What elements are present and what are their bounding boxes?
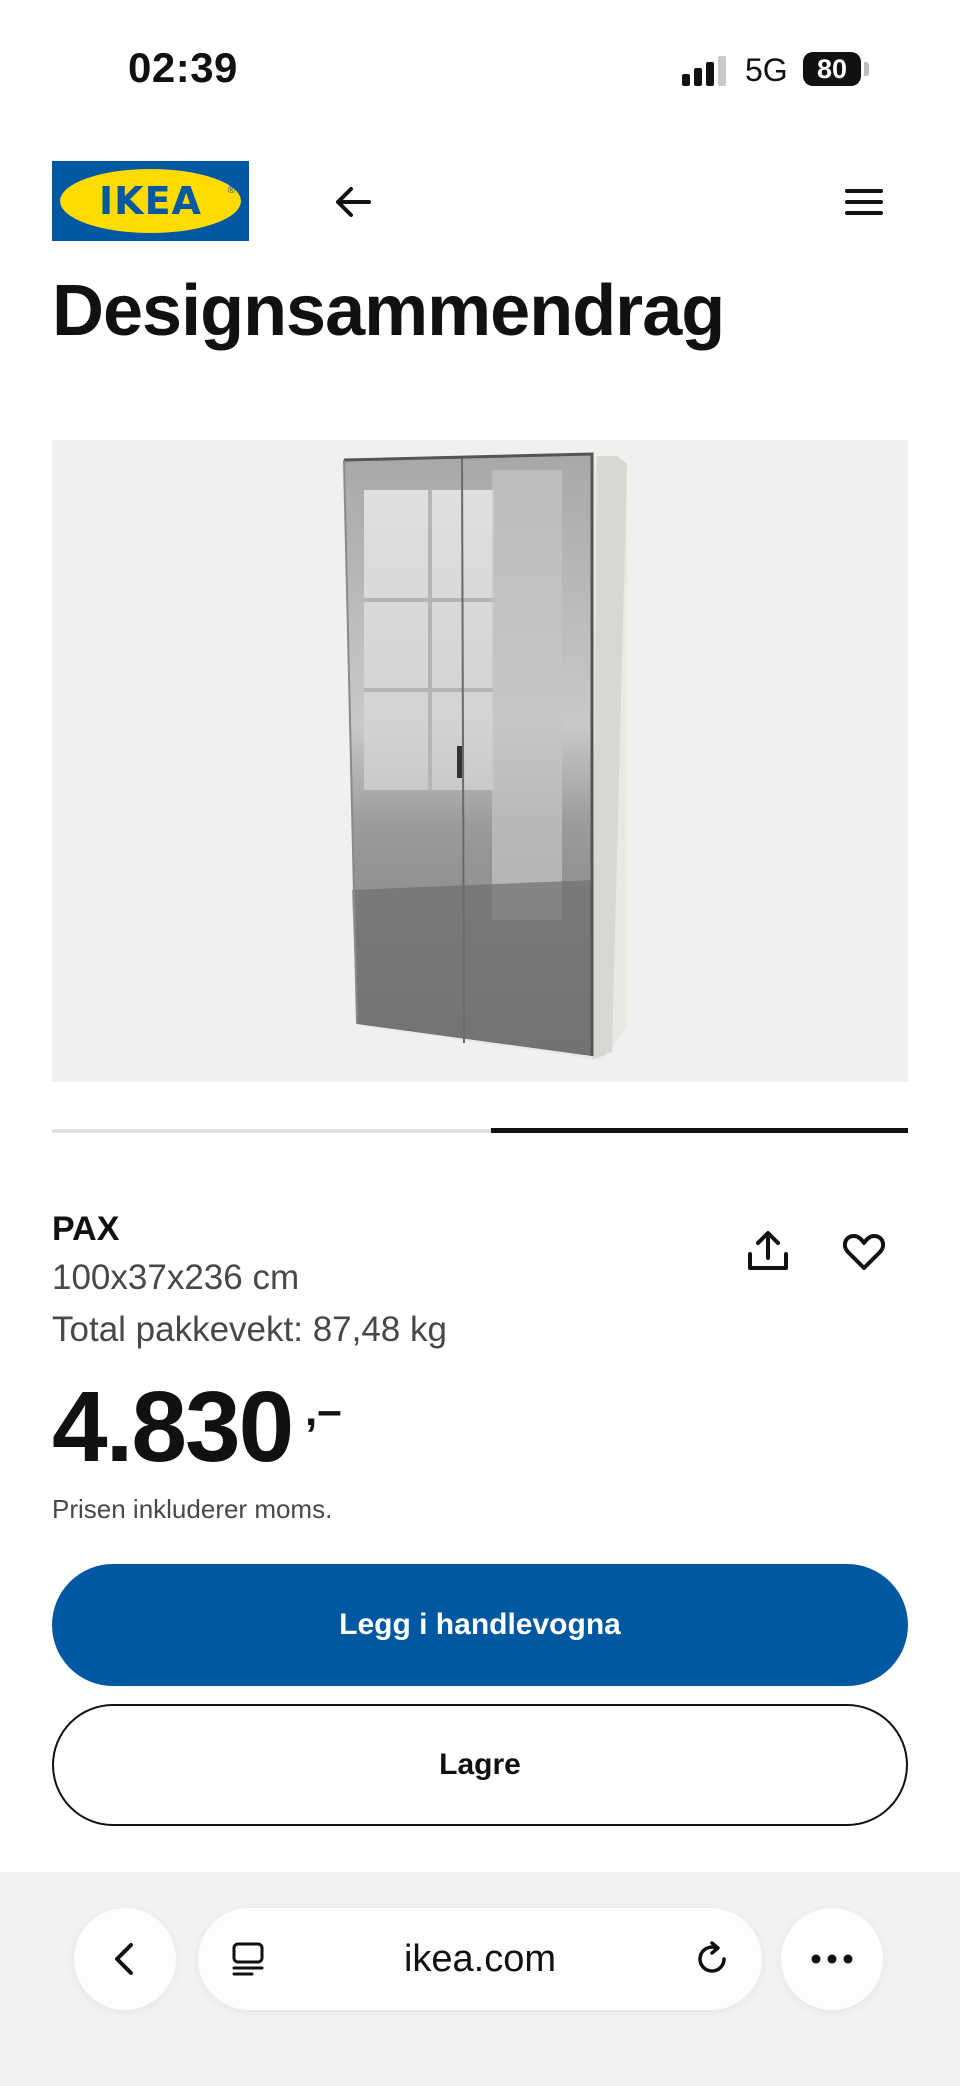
browser-more-button[interactable] <box>781 1908 883 2010</box>
arrow-left-icon <box>336 187 371 217</box>
ikea-logo[interactable]: IKEA ® <box>52 161 249 241</box>
battery-icon: 80 <box>803 52 861 86</box>
product-name: PAX <box>52 1210 120 1248</box>
address-bar[interactable]: ikea.com <box>198 1908 762 2010</box>
signal-icon <box>682 56 730 86</box>
network-type: 5G <box>745 52 788 88</box>
more-dots-icon <box>811 1954 853 1964</box>
price-suffix: ,– <box>305 1386 342 1435</box>
price-vat-note: Prisen inkluderer moms. <box>52 1494 333 1524</box>
logo-text: IKEA <box>99 179 202 223</box>
heart-icon <box>842 1234 886 1270</box>
favorite-button[interactable] <box>840 1228 888 1276</box>
product-image[interactable] <box>52 440 908 1082</box>
wardrobe-illustration <box>342 452 627 1060</box>
product-weight: Total pakkevekt: 87,48 kg <box>52 1310 447 1349</box>
menu-button[interactable] <box>840 178 888 226</box>
page-title: Designsammendrag <box>52 271 725 351</box>
battery-tip <box>864 62 869 76</box>
status-time: 02:39 <box>128 44 238 91</box>
share-button[interactable] <box>744 1228 792 1276</box>
chevron-left-icon <box>115 1943 133 1975</box>
product-dimensions: 100x37x236 cm <box>52 1258 300 1297</box>
registered-mark: ® <box>227 185 235 196</box>
share-icon <box>748 1231 788 1270</box>
hamburger-menu-icon <box>845 189 883 215</box>
url-text: ikea.com <box>403 1938 557 1980</box>
back-button[interactable] <box>329 178 377 226</box>
reload-icon[interactable] <box>692 1939 732 1979</box>
product-price: 4.830 <box>52 1371 294 1483</box>
browser-back-button[interactable] <box>74 1908 176 2010</box>
add-to-cart-button[interactable]: Legg i handlevogna <box>52 1564 908 1686</box>
carousel-active-indicator <box>491 1128 908 1133</box>
save-button[interactable]: Lagre <box>52 1704 908 1826</box>
